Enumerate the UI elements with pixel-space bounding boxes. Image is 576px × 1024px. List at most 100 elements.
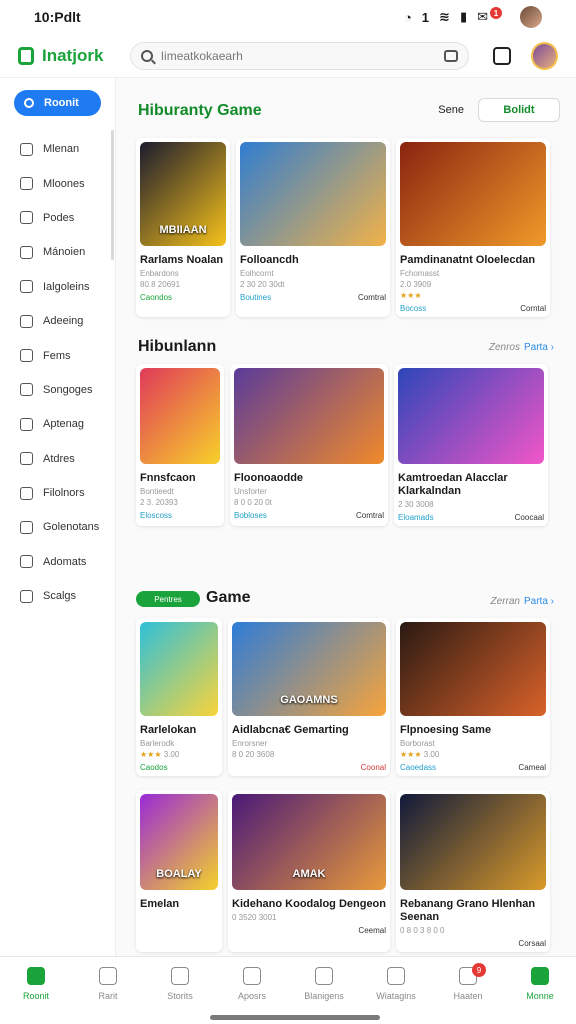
game-card[interactable]: Floonoaodde Unsforter 8 0 0 20 0t Bobloses C… <box>230 364 388 526</box>
sidebar-item[interactable]: Golenotans <box>0 510 115 544</box>
menu-item-icon <box>20 245 33 259</box>
sidebar-item-active[interactable]: Roonit <box>14 90 101 116</box>
sidebar-item[interactable]: Atdres <box>0 442 115 476</box>
sidebar-item[interactable]: Aptenag <box>0 407 115 441</box>
game-card[interactable]: Pamdinanatnt Oloelecdan Fchomasst 2.0 3909… <box>396 138 550 317</box>
sidebar-item-label: Aptenag <box>43 418 84 431</box>
card-action[interactable]: Coonal <box>361 763 386 772</box>
sidebar-item[interactable]: Mloones <box>0 166 115 200</box>
sidebar-item[interactable]: Songoges <box>0 373 115 407</box>
game-subtitle: Enrorsner <box>232 739 268 748</box>
game-thumbnail[interactable] <box>400 794 546 890</box>
nav-item[interactable]: Aposrs <box>216 957 288 1024</box>
game-card[interactable]: MBIIAAN Rarlams Noalan Enbardons 80.8 20691… <box>136 138 230 317</box>
section-title: Hiburanty Game <box>138 102 262 119</box>
thumbnail-text: BOALAY <box>156 868 202 880</box>
sort-button[interactable]: Bolidt <box>478 98 560 122</box>
game-thumbnail[interactable]: BOALAY <box>140 794 218 890</box>
game-thumbnail[interactable]: AMAK <box>232 794 386 890</box>
card-action[interactable]: Cameal <box>518 763 546 772</box>
game-subtitle: Borborast <box>400 739 435 748</box>
game-card[interactable]: Fnnsfcaon Bontieedt 2 3. 20393 Eloscoss <box>136 364 224 526</box>
nav-item[interactable]: Wiatagins <box>360 957 432 1024</box>
game-card[interactable]: GAOAMNS Aidlabcna€ Gemarting Enrorsner 8 0 … <box>228 618 390 776</box>
card-tag: Caondos <box>140 293 173 302</box>
game-thumbnail[interactable] <box>140 368 220 464</box>
rating-value: 3.00 <box>423 750 440 759</box>
game-thumbnail[interactable]: GAOAMNS <box>232 622 386 716</box>
sidebar-item[interactable]: Fems <box>0 338 115 372</box>
nav-item[interactable]: Haaten 9 <box>432 957 504 1024</box>
bag-icon[interactable] <box>443 49 458 62</box>
game-card[interactable]: Flpnoesing Same Borborast ★★★ 3.00 Caoedass… <box>396 618 550 776</box>
nav-item[interactable]: Monne <box>504 957 576 1024</box>
game-subtitle: Enbardons <box>140 269 179 278</box>
game-card[interactable]: BOALAY Emelan <box>136 790 222 952</box>
sidebar-item[interactable]: Mlenan <box>0 132 115 166</box>
nav-item[interactable]: Roonit <box>0 957 72 1024</box>
game-thumbnail[interactable] <box>398 368 544 464</box>
game-thumbnail[interactable] <box>234 368 384 464</box>
search-input[interactable]: Iimeatkokaearh <box>161 49 436 63</box>
card-action[interactable]: Ceemal <box>358 926 386 935</box>
sidebar-item[interactable]: Scalgs <box>0 579 115 613</box>
card-row: MBIIAAN Rarlams Noalan Enbardons 80.8 20691… <box>136 138 560 317</box>
section-pill[interactable]: Pentres <box>136 591 200 607</box>
menu-item-icon <box>20 314 33 328</box>
status-count: 1 <box>421 9 430 25</box>
game-card[interactable]: Kamtroedan Alacclar Klarkalndan 2 30 3008… <box>394 364 548 526</box>
sidebar-item-label: Mlenan <box>43 143 80 156</box>
game-thumbnail[interactable]: MBIIAAN <box>140 142 226 246</box>
sidebar-item[interactable]: Mánoien <box>0 235 115 269</box>
section-popular: Hibunlann Zenros Parta › Fnnsfcaon Bontiee… <box>136 334 560 526</box>
home-indicator[interactable] <box>210 1015 380 1020</box>
section-header: Pentres Game Zerran Parta › <box>136 588 560 618</box>
nav-label: Haaten <box>453 991 483 1001</box>
sidebar-item-label: Filolnors <box>43 487 85 500</box>
game-thumbnail[interactable] <box>140 622 218 716</box>
user-avatar[interactable] <box>530 41 558 70</box>
nav-item[interactable]: Rarit <box>72 957 144 1024</box>
game-thumbnail[interactable] <box>400 142 546 246</box>
nav-icon <box>99 967 117 985</box>
see-all-link[interactable]: Zenros Parta › <box>489 342 554 353</box>
notification-icon: ✉ <box>477 9 488 24</box>
game-thumbnail[interactable] <box>240 142 386 246</box>
game-card[interactable]: AMAK Kidehano Koodalog Dengeon 0 3520 3001… <box>228 790 390 952</box>
section-more: BOALAY Emelan AMAK Kidehano Koodalog Dengeo… <box>136 790 560 952</box>
card-action[interactable]: Corntal <box>520 304 546 313</box>
sidebar-item-label: Songoges <box>43 383 93 396</box>
game-meta: 80.8 20691 <box>140 280 181 289</box>
card-action[interactable]: Comtral <box>356 511 384 520</box>
card-action[interactable]: Corsaal <box>518 939 546 948</box>
game-title: Emelan <box>140 898 180 910</box>
cart-icon[interactable] <box>492 46 511 65</box>
card-action[interactable]: Comtral <box>358 293 386 302</box>
search-bar[interactable]: Iimeatkokaearh <box>129 41 469 70</box>
sidebar-scrollbar[interactable] <box>111 130 114 260</box>
sidebar-item[interactable]: Adeeing <box>0 304 115 338</box>
nav-item[interactable]: Storits <box>144 957 216 1024</box>
nav-item[interactable]: Blanigens <box>288 957 360 1024</box>
sidebar-item[interactable]: Podes <box>0 201 115 235</box>
game-thumbnail[interactable] <box>400 622 546 716</box>
game-card[interactable]: Rarlelokan Barlerodk ★★★ 3.00 Caodos <box>136 618 222 776</box>
notification-badge: 1 <box>490 7 502 19</box>
nav-icon <box>171 967 189 985</box>
game-subtitle: Eolhcornt <box>240 269 274 278</box>
game-subtitle: Unsforter <box>234 487 267 496</box>
sidebar-item[interactable]: Ialgoleins <box>0 270 115 304</box>
nav-label: Monne <box>526 991 554 1001</box>
rating-stars: ★★★ <box>400 750 422 759</box>
battery-icon: ▮ <box>459 9 468 24</box>
game-card[interactable]: Rebanang Grano Hlenhan Seenan 0 8 0 3 8 0… <box>396 790 550 952</box>
game-card[interactable]: Folloancdh Eolhcornt 2 30 20 30dt Boutines C… <box>236 138 390 317</box>
game-meta: 2 30 3008 <box>398 500 434 509</box>
card-footer: Coonal <box>232 763 386 772</box>
sidebar-item[interactable]: Adomats <box>0 545 115 579</box>
app-logo[interactable]: Inatjork <box>18 46 124 66</box>
see-all-link[interactable]: Zerran Parta › <box>491 596 554 607</box>
card-tag: Caodos <box>140 763 168 772</box>
card-action[interactable]: Coocaal <box>515 513 544 522</box>
sidebar-item[interactable]: Filolnors <box>0 476 115 510</box>
